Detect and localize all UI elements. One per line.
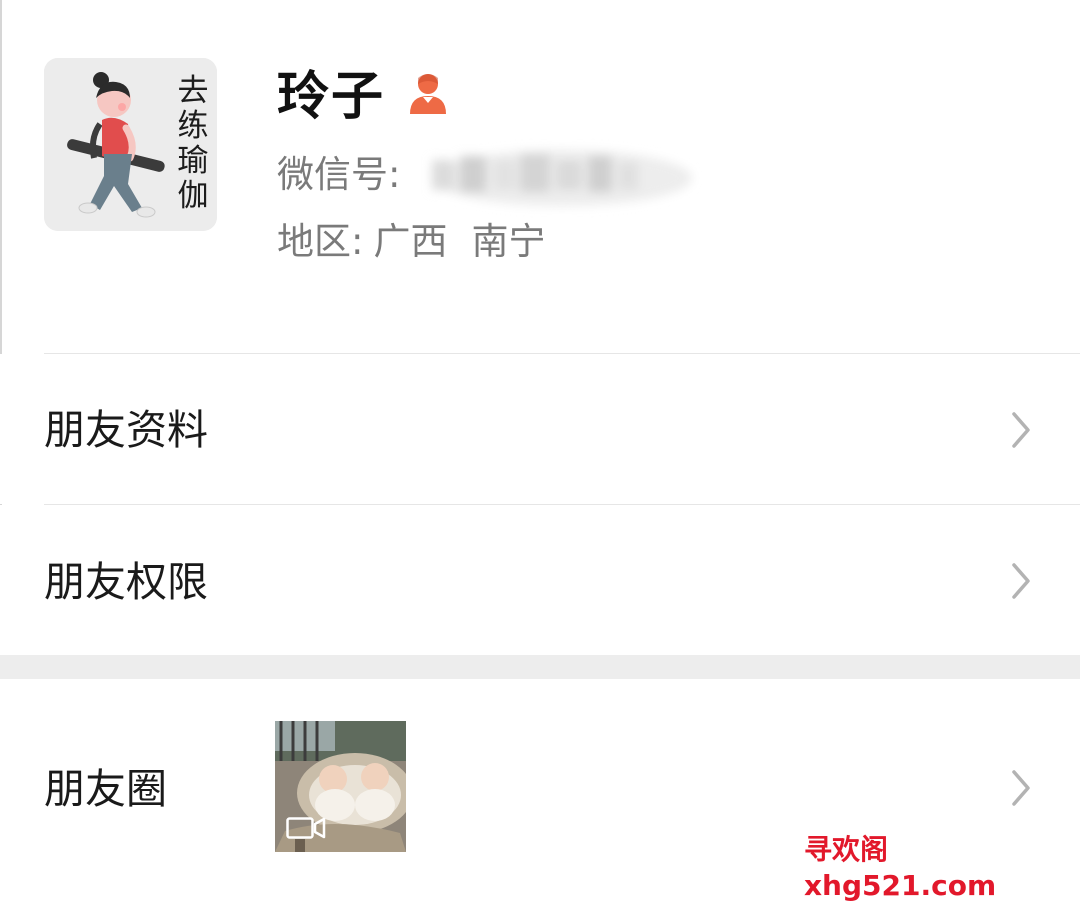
chevron-right-icon [1012,412,1030,448]
wechat-id-row: 微信号: [277,149,400,201]
menu-item-friend-permissions[interactable]: 朋友权限 [0,505,1080,655]
chevron-right-icon [1012,563,1030,599]
site-watermark: 寻欢阁xhg521.com [804,833,997,902]
menu-item-label: 朋友资料 [44,406,208,454]
wechat-id-label: 微信号: [277,153,401,196]
video-camera-icon [286,817,326,839]
menu-item-label: 朋友圈 [44,765,167,813]
region-province: 广西 [373,220,448,263]
menu-item-label: 朋友权限 [44,558,208,606]
avatar-caption: 去练瑜伽 [177,73,209,214]
region-label: 地区: [277,220,364,263]
avatar[interactable]: 去练瑜伽 [44,58,217,231]
region-city: 南宁 [471,220,546,263]
section-separator [0,655,1080,679]
contact-name: 玲子 [277,67,386,127]
wechat-id-obscured [432,150,692,206]
profile-header: 去练瑜伽 玲子 微信号: 地区: 广西 南宁 [0,0,1080,354]
chevron-right-icon [1012,770,1030,806]
region-row: 地区: 广西 南宁 [277,216,545,268]
menu-item-friend-profile[interactable]: 朋友资料 [0,354,1080,504]
female-person-icon [410,74,446,114]
